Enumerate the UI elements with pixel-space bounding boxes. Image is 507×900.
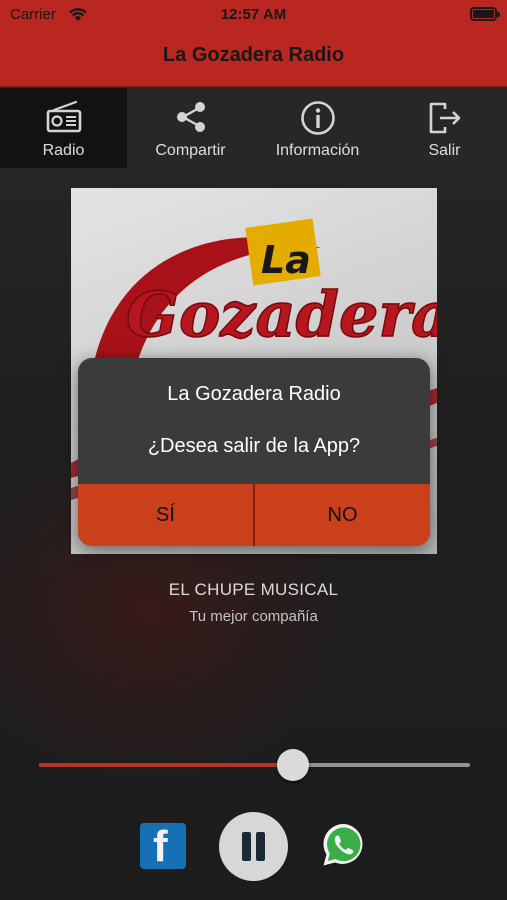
dialog-message: ¿Desea salir de la App? <box>147 435 361 457</box>
app-screen: Carrier 12:57 AM La Gozadera Radio Radio <box>0 0 507 900</box>
no-button[interactable]: NO <box>255 484 430 546</box>
dialog-title: La Gozadera Radio <box>167 383 341 405</box>
yes-button[interactable]: SÍ <box>78 484 253 546</box>
exit-dialog: La Gozadera Radio ¿Desea salir de la App… <box>78 358 430 546</box>
